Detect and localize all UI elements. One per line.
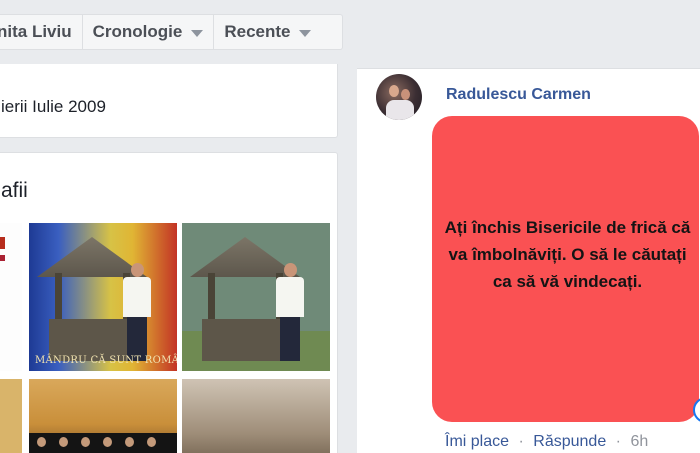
person-figure bbox=[121, 263, 153, 361]
like-link[interactable]: Îmi place bbox=[445, 433, 509, 450]
comment-panel: Radulescu Carmen Ați închis Bisericile d… bbox=[357, 68, 700, 453]
well bbox=[202, 319, 284, 361]
separator: · bbox=[615, 433, 621, 450]
nav-profile-name[interactable]: nita Liviu bbox=[0, 15, 83, 49]
comment-author[interactable]: Radulescu Carmen bbox=[446, 86, 591, 104]
well-post bbox=[208, 273, 215, 321]
nav-recent-label: Recente bbox=[224, 22, 291, 41]
choir-group bbox=[29, 433, 177, 453]
reply-link[interactable]: Răspunde bbox=[533, 433, 606, 450]
photos-card: afii MÂNDRU CĂ SUNT ROMÂN bbox=[0, 152, 338, 453]
photo-thumbnail[interactable] bbox=[182, 379, 330, 453]
separator: · bbox=[518, 433, 524, 450]
avatar[interactable] bbox=[376, 74, 422, 120]
photo-thumbnail[interactable] bbox=[29, 379, 177, 453]
nav-timeline-label: Cronologie bbox=[92, 22, 183, 41]
photos-title[interactable]: afii bbox=[1, 179, 28, 203]
person-figure bbox=[274, 263, 306, 361]
intro-card: ierii Iulie 2009 bbox=[0, 64, 338, 138]
photo-thumbnail[interactable] bbox=[0, 223, 22, 371]
comment-actions: Îmi place · Răspunde · 6h bbox=[445, 433, 648, 451]
caret-down-icon bbox=[299, 29, 312, 37]
nav-timeline-dropdown[interactable]: Cronologie bbox=[83, 15, 215, 49]
nav-profile-name-label: nita Liviu bbox=[0, 22, 72, 41]
comment-timestamp[interactable]: 6h bbox=[630, 433, 648, 450]
well-post bbox=[55, 273, 62, 321]
nav-recent-dropdown[interactable]: Recente bbox=[214, 15, 321, 49]
photo-thumbnail[interactable] bbox=[182, 223, 330, 371]
post-text: Ați închis Bisericile de frică că va îmb… bbox=[444, 218, 691, 291]
photo-fragment bbox=[0, 237, 5, 249]
column-divider bbox=[343, 0, 357, 453]
photo-fragment bbox=[0, 255, 5, 261]
photo-thumbnail[interactable] bbox=[0, 379, 22, 453]
photo-caption: MÂNDRU CĂ SUNT ROMÂN bbox=[35, 355, 177, 366]
intro-date-text: ierii Iulie 2009 bbox=[1, 97, 106, 116]
profile-navbar: nita Liviu Cronologie Recente bbox=[0, 14, 343, 50]
photo-thumbnail[interactable]: MÂNDRU CĂ SUNT ROMÂN bbox=[29, 223, 177, 371]
colored-post-bubble: Ați închis Bisericile de frică că va îmb… bbox=[432, 116, 699, 422]
caret-down-icon bbox=[191, 29, 204, 37]
